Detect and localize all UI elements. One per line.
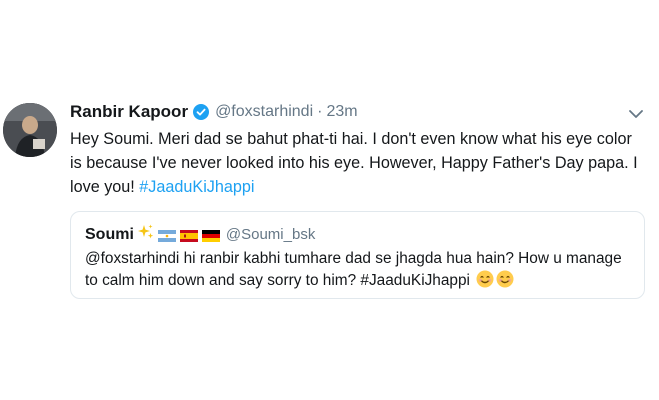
author-handle[interactable]: @foxstarhindi	[215, 103, 313, 121]
name-emoji-row	[137, 224, 224, 245]
chevron-down-icon[interactable]	[628, 108, 644, 120]
smiling-face-icon	[496, 270, 514, 288]
quoted-body: @foxstarhindi hi ranbir kabhi tumhare da…	[85, 250, 622, 289]
quoted-tweet[interactable]: Soumi @Soumi_bsk @foxstarhindi hi ranbir…	[70, 211, 645, 299]
smiling-face-icon	[476, 270, 494, 288]
tweet-header: Ranbir Kapoor @foxstarhindi · 23m	[70, 101, 358, 123]
tweet: Ranbir Kapoor @foxstarhindi · 23m Hey So…	[0, 0, 659, 400]
avatar[interactable]	[3, 103, 57, 157]
quoted-text: @foxstarhindi hi ranbir kabhi tumhare da…	[85, 248, 633, 292]
hashtag-link[interactable]: #JaaduKiJhappi	[139, 178, 254, 196]
quoted-author-handle[interactable]: @Soumi_bsk	[226, 226, 315, 243]
timestamp[interactable]: 23m	[326, 103, 357, 121]
separator: ·	[317, 103, 323, 120]
germany-flag-icon	[201, 229, 220, 242]
author-name[interactable]: Ranbir Kapoor	[70, 102, 188, 122]
argentina-flag-icon	[157, 229, 176, 242]
quoted-author-name[interactable]: Soumi	[85, 226, 134, 244]
tweet-text: Hey Soumi. Meri dad se bahut phat-ti hai…	[70, 127, 645, 199]
quoted-header: Soumi @Soumi_bsk	[85, 224, 315, 245]
sparkles-icon	[137, 224, 154, 245]
spain-flag-icon	[179, 229, 198, 242]
verified-badge-icon	[193, 104, 210, 120]
